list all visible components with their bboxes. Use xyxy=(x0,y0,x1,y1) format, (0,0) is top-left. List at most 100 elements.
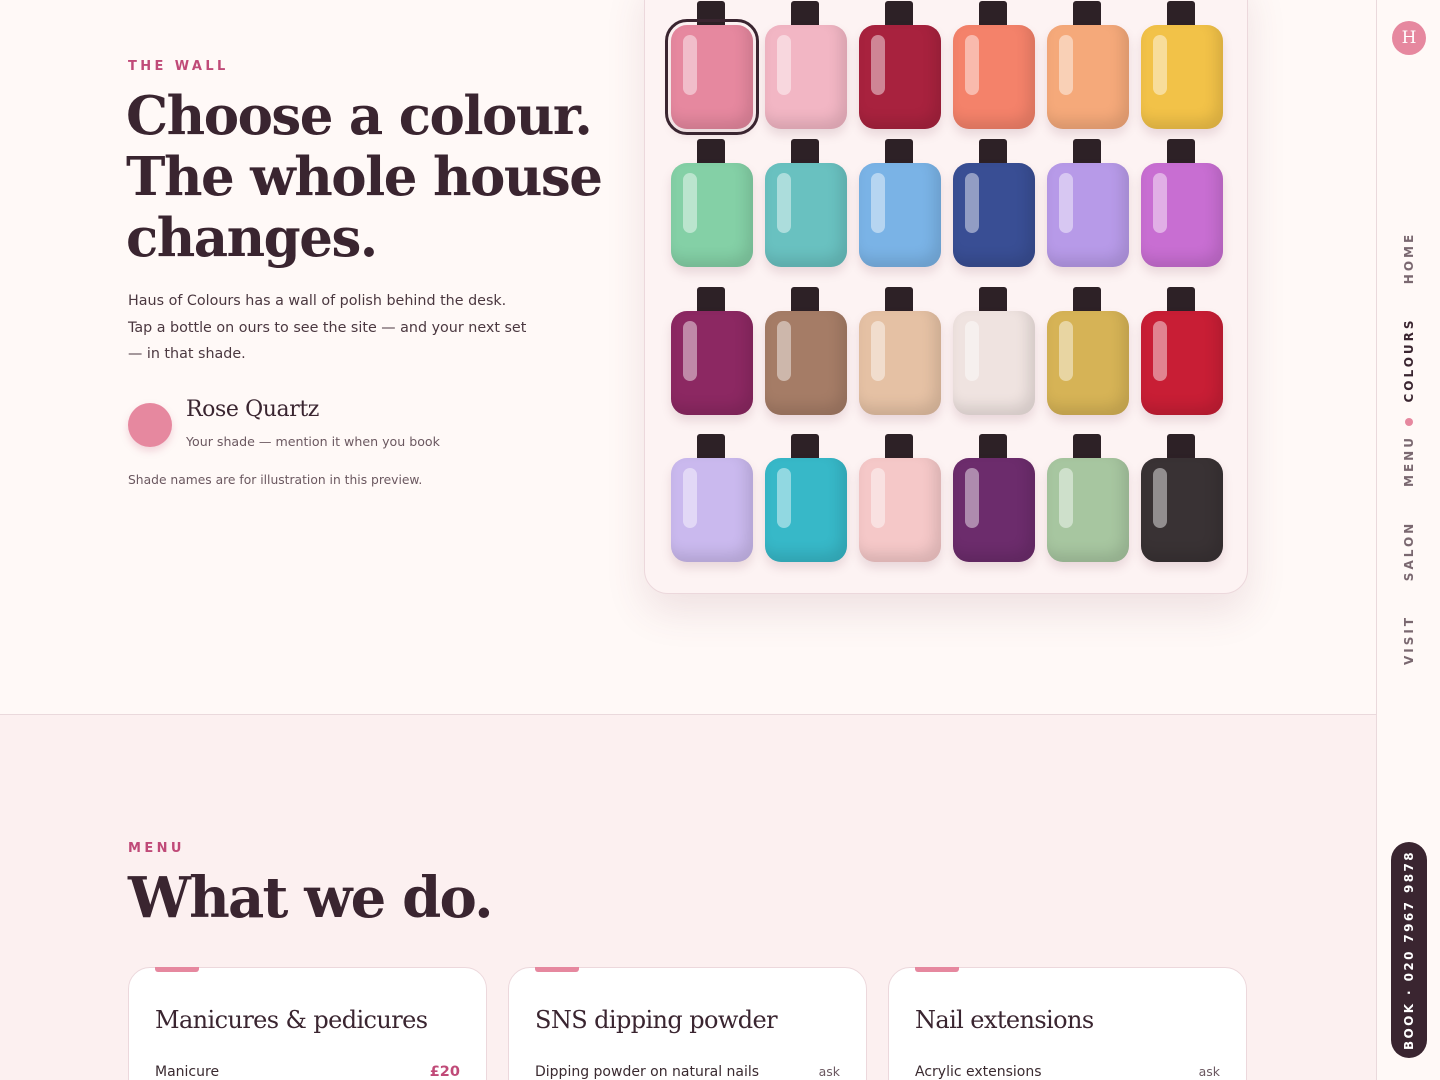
polish-bottle[interactable] xyxy=(671,434,753,562)
polish-bottle[interactable] xyxy=(1047,1,1129,129)
service-price-ask: ask xyxy=(818,1064,840,1079)
polish-bottle[interactable] xyxy=(765,1,847,129)
polish-wall xyxy=(644,0,1248,594)
bottle-shine xyxy=(871,468,885,528)
hero-eyebrow: THE WALL xyxy=(128,59,229,74)
active-nav-dot xyxy=(1405,418,1413,426)
bottle-shine xyxy=(871,35,885,95)
bottle-body xyxy=(859,163,941,267)
card-title: SNS dipping powder xyxy=(535,1006,778,1034)
bottle-shine xyxy=(871,173,885,233)
bottle-shine xyxy=(1153,35,1167,95)
menu-eyebrow: MENU xyxy=(128,841,185,856)
bottle-body xyxy=(1047,458,1129,562)
menu-title: What we do. xyxy=(128,865,494,931)
bottle-shine xyxy=(965,173,979,233)
service-price-ask: ask xyxy=(1198,1064,1220,1079)
hero-section: THE WALL Choose a colour. The whole hous… xyxy=(0,0,1376,715)
bottle-body xyxy=(1141,458,1223,562)
bottle-shine xyxy=(683,173,697,233)
service-row: Acrylic extensions ask xyxy=(915,1064,1220,1080)
bottle-shine xyxy=(1059,173,1073,233)
hero-title: Choose a colour. The whole house changes… xyxy=(126,85,603,269)
bottle-shine xyxy=(683,468,697,528)
polish-bottle[interactable] xyxy=(1047,139,1129,267)
card-accent-tab xyxy=(915,967,959,972)
nav-home[interactable]: HOME xyxy=(1402,232,1416,284)
polish-bottle[interactable] xyxy=(671,287,753,415)
bottle-shine xyxy=(965,35,979,95)
bottle-shine xyxy=(777,173,791,233)
selected-shade-subtitle: Your shade — mention it when you book xyxy=(186,434,440,449)
bottle-body xyxy=(1141,311,1223,415)
polish-bottle[interactable] xyxy=(765,139,847,267)
bottle-shine xyxy=(1059,321,1073,381)
service-card-manicures: Manicures & pedicures Manicure £20 xyxy=(128,967,487,1080)
logo-badge[interactable]: H xyxy=(1392,21,1426,55)
polish-bottle[interactable] xyxy=(1141,139,1223,267)
nav-visit[interactable]: VISIT xyxy=(1402,615,1416,665)
bottle-body xyxy=(859,25,941,129)
nav-colours[interactable]: COLOURS xyxy=(1402,317,1416,402)
nav-salon[interactable]: SALON xyxy=(1402,521,1416,581)
card-accent-tab xyxy=(535,967,579,972)
polish-bottle[interactable] xyxy=(953,287,1035,415)
bottle-body xyxy=(1047,25,1129,129)
service-card-sns: SNS dipping powder Dipping powder on nat… xyxy=(508,967,867,1080)
bottle-shine xyxy=(777,468,791,528)
bottle-shine xyxy=(777,321,791,381)
shade-note: Shade names are for illustration in this… xyxy=(128,473,423,487)
selected-shade-name: Rose Quartz xyxy=(186,397,319,422)
service-name: Dipping powder on natural nails xyxy=(535,1064,760,1080)
polish-bottle[interactable] xyxy=(859,139,941,267)
bottle-shine xyxy=(1153,468,1167,528)
card-title: Nail extensions xyxy=(915,1006,1094,1034)
bottle-body xyxy=(665,19,759,135)
bottle-body xyxy=(765,311,847,415)
polish-bottle[interactable] xyxy=(859,434,941,562)
side-rail: H HOME COLOURS MENU SALON VISIT BOOK · 0… xyxy=(1376,0,1440,1080)
bottle-body xyxy=(953,311,1035,415)
book-button[interactable]: BOOK · 020 7967 9878 xyxy=(1391,842,1427,1058)
service-price: £20 xyxy=(429,1064,460,1080)
polish-bottle[interactable] xyxy=(1047,434,1129,562)
bottle-body xyxy=(765,25,847,129)
polish-bottle[interactable] xyxy=(953,434,1035,562)
polish-bottle[interactable] xyxy=(1141,434,1223,562)
bottle-shine xyxy=(1153,173,1167,233)
polish-bottle[interactable] xyxy=(859,1,941,129)
bottle-body xyxy=(859,311,941,415)
bottle-shine xyxy=(965,468,979,528)
bottle-shine xyxy=(1153,321,1167,381)
bottle-shine xyxy=(1059,468,1073,528)
selected-shade-swatch xyxy=(128,403,172,447)
bottle-body xyxy=(1141,25,1223,129)
bottle-body xyxy=(765,458,847,562)
polish-bottle[interactable] xyxy=(765,287,847,415)
bottle-body xyxy=(1141,163,1223,267)
service-row: Manicure £20 xyxy=(155,1064,460,1080)
bottle-shine xyxy=(683,35,697,95)
bottle-body xyxy=(953,163,1035,267)
card-title: Manicures & pedicures xyxy=(155,1006,428,1034)
bottle-body xyxy=(765,163,847,267)
bottle-body xyxy=(953,458,1035,562)
main-content: THE WALL Choose a colour. The whole hous… xyxy=(0,0,1376,1080)
bottle-shine xyxy=(683,321,697,381)
bottle-body xyxy=(671,311,753,415)
polish-bottle[interactable] xyxy=(1141,1,1223,129)
polish-bottle[interactable] xyxy=(671,139,753,267)
card-accent-tab xyxy=(155,967,199,972)
polish-bottle[interactable] xyxy=(1047,287,1129,415)
service-name: Acrylic extensions xyxy=(915,1064,1042,1080)
polish-bottle[interactable] xyxy=(953,139,1035,267)
polish-bottle[interactable] xyxy=(953,1,1035,129)
polish-bottle[interactable] xyxy=(765,434,847,562)
polish-bottle[interactable] xyxy=(859,287,941,415)
book-button-label: BOOK · 020 7967 9878 xyxy=(1402,850,1416,1050)
polish-bottle[interactable] xyxy=(1141,287,1223,415)
menu-section: MENU What we do. Manicures & pedicures M… xyxy=(0,715,1376,1080)
polish-bottle[interactable] xyxy=(665,1,759,135)
bottle-shine xyxy=(777,35,791,95)
nav-menu[interactable]: MENU xyxy=(1402,435,1416,487)
